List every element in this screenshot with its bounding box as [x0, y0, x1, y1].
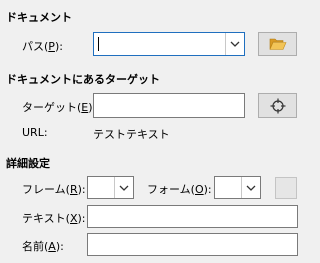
text-label: テキスト(X): [22, 212, 86, 225]
chevron-down-icon [119, 185, 129, 191]
chevron-down-icon [246, 185, 256, 191]
url-label: URL: [22, 126, 48, 139]
frame-dropdown-button[interactable] [114, 177, 133, 198]
text-cursor [98, 37, 99, 51]
document-section-title: ドキュメント [6, 11, 72, 24]
form-combobox[interactable] [214, 176, 261, 199]
form-label: フォーム(O): [147, 183, 212, 196]
open-file-button[interactable] [258, 32, 297, 56]
crosshair-target-icon [270, 98, 285, 113]
path-dropdown-button[interactable] [225, 33, 244, 55]
frame-label: フレーム(R): [22, 183, 86, 196]
url-value: テストテキスト [93, 128, 170, 141]
events-button[interactable] [275, 177, 297, 199]
target-section-title: ドキュメントにあるターゲット [6, 73, 160, 86]
name-input[interactable] [87, 233, 298, 256]
target-picker-button[interactable] [258, 93, 297, 118]
frame-combobox[interactable] [87, 176, 134, 199]
target-label: ターゲット(E): [22, 101, 96, 114]
path-combobox[interactable] [93, 32, 245, 56]
chevron-down-icon [230, 41, 240, 47]
advanced-section-title: 詳細設定 [6, 157, 50, 170]
form-dropdown-button[interactable] [241, 177, 260, 198]
path-label: パス(P): [22, 40, 63, 53]
target-input[interactable] [93, 93, 245, 118]
text-input[interactable] [87, 205, 298, 228]
folder-open-icon [269, 38, 286, 50]
name-label: 名前(A): [22, 240, 64, 253]
